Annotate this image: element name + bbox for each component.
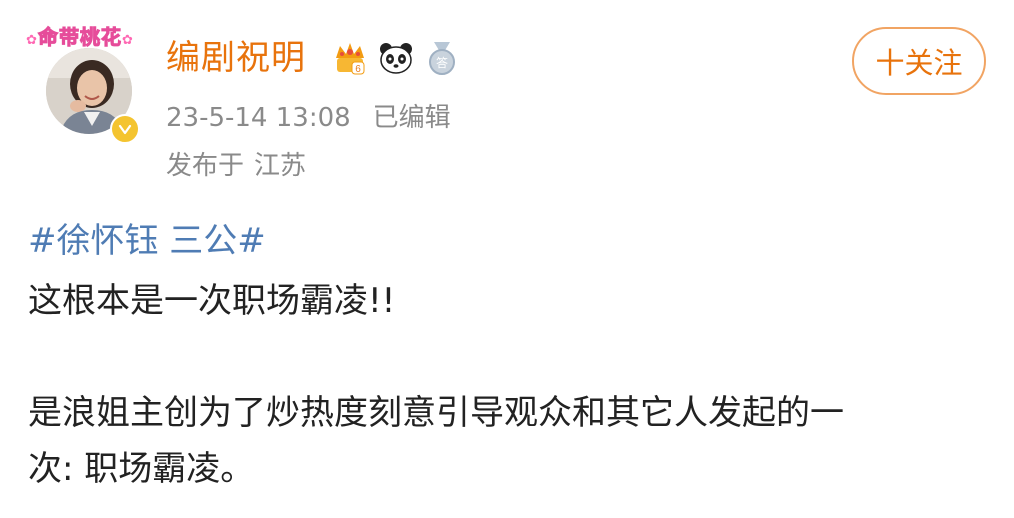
hashtag-link[interactable]: #徐怀钰 三公# <box>28 216 266 266</box>
post-timestamp[interactable]: 23-5-14 13:08 <box>166 103 351 133</box>
post-text-line: 这根本是一次职场霸凌!! <box>28 281 396 321</box>
post-text-line: 次: 职场霸凌。 <box>28 449 255 489</box>
avatar[interactable]: ✿命带桃花✿ <box>22 20 140 144</box>
weibo-post: ✿命带桃花✿ 编剧祝明 6 答 23-5-14 13:08 已编辑 发布于 江苏… <box>0 0 1014 518</box>
medal-text: 答 <box>436 55 448 70</box>
panda-icon[interactable] <box>376 38 416 78</box>
location-name: 江苏 <box>254 151 307 181</box>
edited-label[interactable]: 已编辑 <box>373 103 451 133</box>
post-location: 发布于 江苏 <box>166 146 306 186</box>
medal-icon[interactable]: 答 <box>422 38 462 78</box>
location-prefix: 发布于 <box>166 151 245 181</box>
avatar-frame-text: 命带桃花 <box>38 25 122 50</box>
post-meta: 23-5-14 13:08 已编辑 <box>166 98 451 138</box>
flower-deco-icon: ✿ <box>122 33 134 48</box>
verified-badge-icon <box>110 114 140 144</box>
crown-level-icon[interactable]: 6 <box>330 38 370 78</box>
username[interactable]: 编剧祝明 <box>166 34 306 82</box>
post-text-line: 是浪姐主创为了炒热度刻意引导观众和其它人发起的一 <box>28 393 844 433</box>
user-badges: 6 答 <box>330 38 462 78</box>
avatar-frame-label: ✿命带桃花✿ <box>24 20 136 54</box>
follow-button-label: 十关注 <box>875 46 963 80</box>
follow-button[interactable]: 十关注 <box>852 27 986 95</box>
crown-level-text: 6 <box>355 64 361 75</box>
flower-deco-icon: ✿ <box>26 33 38 48</box>
